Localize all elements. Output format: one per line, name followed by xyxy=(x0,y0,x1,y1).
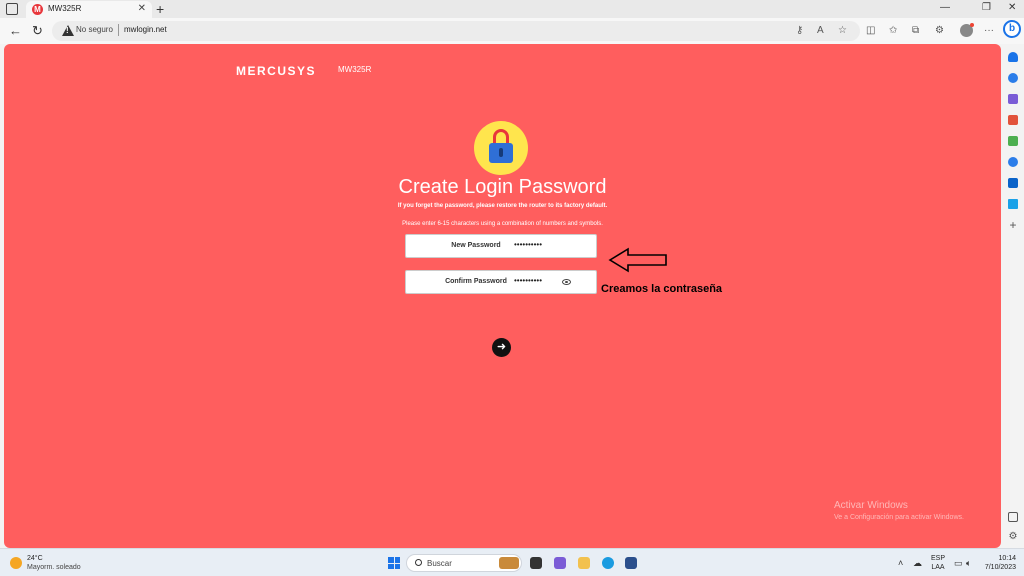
profile-avatar[interactable] xyxy=(960,23,974,37)
activate-windows-subtitle: Ve a Configuración para activar Windows. xyxy=(834,514,964,521)
clock-time[interactable]: 10:14 xyxy=(980,555,1016,562)
keyhole xyxy=(499,148,503,157)
taskbar-search-placeholder: Buscar xyxy=(427,559,452,568)
minimize-icon[interactable]: — xyxy=(940,2,950,13)
games-icon[interactable] xyxy=(1008,136,1018,146)
next-arrow-button[interactable]: ➜ xyxy=(492,338,511,357)
lock-icon xyxy=(474,121,528,175)
confirm-password-field[interactable]: Confirm Password •••••••••• xyxy=(405,270,597,294)
annotation-text: Creamos la contraseña xyxy=(601,283,723,295)
mercusys-favicon-icon: M xyxy=(32,4,43,15)
weather-description[interactable]: Mayorm. soleado xyxy=(27,564,81,571)
browser-tab[interactable]: M MW325R ✕ xyxy=(26,1,152,18)
close-window-icon[interactable]: ✕ xyxy=(1008,2,1016,13)
more-menu-icon[interactable]: ··· xyxy=(984,25,994,37)
show-hidden-icons-chevron-icon[interactable]: ˄ xyxy=(898,558,903,568)
url-separator xyxy=(118,24,119,36)
onedrive-icon[interactable]: ☁ xyxy=(913,558,922,568)
forgot-password-hint: If you forget the password, please resto… xyxy=(397,203,608,209)
file-explorer-icon[interactable] xyxy=(578,557,590,569)
teams-chat-icon[interactable] xyxy=(554,557,566,569)
edge-browser-icon[interactable] xyxy=(602,557,614,569)
weather-temperature[interactable]: 24°C xyxy=(27,555,43,562)
read-aloud-icon[interactable]: A xyxy=(817,25,824,37)
restore-icon[interactable]: ❐ xyxy=(982,2,991,13)
key-icon[interactable]: ⚷ xyxy=(796,25,803,37)
show-password-eye-icon[interactable] xyxy=(562,279,571,285)
windows-start-icon[interactable] xyxy=(388,557,400,569)
volume-icon[interactable]: 🔈︎ xyxy=(966,558,971,568)
not-secure-label[interactable]: No seguro xyxy=(76,25,113,34)
task-view-icon[interactable] xyxy=(530,557,542,569)
favorite-star-icon[interactable]: ☆ xyxy=(838,25,847,37)
tools-icon[interactable] xyxy=(1008,115,1018,125)
search-icon[interactable] xyxy=(1008,73,1018,83)
language-indicator[interactable]: ESP xyxy=(930,555,946,562)
add-sidebar-item-icon[interactable]: + xyxy=(1008,219,1018,231)
activate-windows-title: Activar Windows xyxy=(834,500,908,511)
clock-date[interactable]: 7/10/2023 xyxy=(980,564,1016,571)
microsoft-store-icon[interactable] xyxy=(625,557,637,569)
tab-actions-icon[interactable] xyxy=(6,3,18,15)
browser-toolbar: ← ↻ No seguro mwlogin.net ⚷ A ☆ ◫ ✩ ⧉ ⚙ … xyxy=(0,18,1024,44)
new-tab-icon[interactable]: + xyxy=(156,0,164,18)
tab-strip: M MW325R ✕ + — ❐ ✕ xyxy=(0,0,1024,18)
split-screen-icon[interactable]: ◫ xyxy=(866,25,875,37)
sidebar-settings-icon[interactable]: ⚙ xyxy=(1008,532,1018,542)
collections-icon[interactable]: ⧉ xyxy=(912,25,919,37)
tab-title: MW325R xyxy=(48,4,82,13)
notifications-icon[interactable] xyxy=(1008,52,1018,62)
drop-icon[interactable] xyxy=(1008,199,1018,209)
taskbar-search-box[interactable]: Buscar xyxy=(406,554,522,572)
back-arrow-icon[interactable]: ← xyxy=(9,23,22,39)
address-bar[interactable]: No seguro mwlogin.net ⚷ A ☆ xyxy=(52,21,860,41)
favorites-icon[interactable]: ✩ xyxy=(889,25,897,37)
bing-copilot-icon[interactable]: b xyxy=(1003,20,1021,38)
search-highlight-icon xyxy=(499,557,519,569)
taskbar-search-icon xyxy=(415,559,422,566)
page-title: Create Login Password xyxy=(398,176,607,198)
extensions-icon[interactable]: ⚙ xyxy=(935,25,944,37)
refresh-icon[interactable]: ↻ xyxy=(32,23,43,39)
new-password-input[interactable]: •••••••••• xyxy=(514,240,574,252)
warning-icon xyxy=(62,25,74,36)
shopping-icon[interactable] xyxy=(1008,94,1018,104)
annotation-arrow-icon xyxy=(608,247,667,273)
network-icon[interactable]: ▭ xyxy=(954,558,963,568)
url-text[interactable]: mwlogin.net xyxy=(124,25,167,34)
brand-logo: MERCUSYS xyxy=(236,64,317,78)
weather-sun-icon[interactable] xyxy=(10,557,22,569)
password-rules-hint: Please enter 6-15 characters using a com… xyxy=(402,221,603,227)
microsoft365-icon[interactable] xyxy=(1008,157,1018,167)
windows-taskbar: 24°C Mayorm. soleado Buscar ˄ ☁ ESP LAA … xyxy=(0,548,1024,576)
model-label: MW325R xyxy=(338,65,372,74)
lock-body xyxy=(489,143,513,163)
edge-sidebar: + ⚙ xyxy=(1003,44,1024,548)
new-password-field[interactable]: New Password •••••••••• xyxy=(405,234,597,258)
outlook-icon[interactable] xyxy=(1008,178,1018,188)
close-tab-icon[interactable]: ✕ xyxy=(138,3,146,15)
keyboard-layout[interactable]: LAA xyxy=(930,564,946,571)
sidebar-toggle-icon[interactable] xyxy=(1008,512,1018,522)
router-setup-page: MERCUSYS MW325R Create Login Password If… xyxy=(4,44,1001,548)
